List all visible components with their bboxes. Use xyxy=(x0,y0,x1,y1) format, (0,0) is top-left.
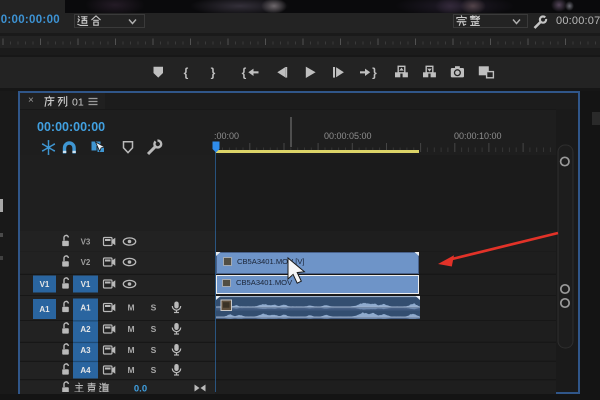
svg-text:V1: V1 xyxy=(40,280,50,289)
svg-text:A2: A2 xyxy=(80,325,91,334)
svg-text:A1: A1 xyxy=(80,304,91,313)
svg-text:M: M xyxy=(127,303,134,313)
svg-text:V3: V3 xyxy=(81,238,91,247)
svg-text:S: S xyxy=(151,365,157,375)
svg-text:V2: V2 xyxy=(81,258,91,267)
svg-text:{: { xyxy=(184,66,189,80)
svg-text:M: M xyxy=(127,324,134,334)
svg-text:0.0: 0.0 xyxy=(134,384,147,393)
svg-text:M: M xyxy=(127,345,134,355)
svg-text:M: M xyxy=(127,365,134,375)
svg-text:01: 01 xyxy=(72,97,84,109)
svg-text:S: S xyxy=(151,303,157,313)
svg-text:S: S xyxy=(151,324,157,334)
svg-text:}: } xyxy=(372,66,377,80)
svg-text:A4: A4 xyxy=(80,366,91,375)
svg-text:A3: A3 xyxy=(80,346,91,355)
svg-text:S: S xyxy=(151,345,157,355)
svg-text:A1: A1 xyxy=(39,305,50,314)
svg-text:{: { xyxy=(242,66,247,80)
svg-text:V1: V1 xyxy=(81,280,91,289)
svg-text:}: } xyxy=(211,66,216,80)
